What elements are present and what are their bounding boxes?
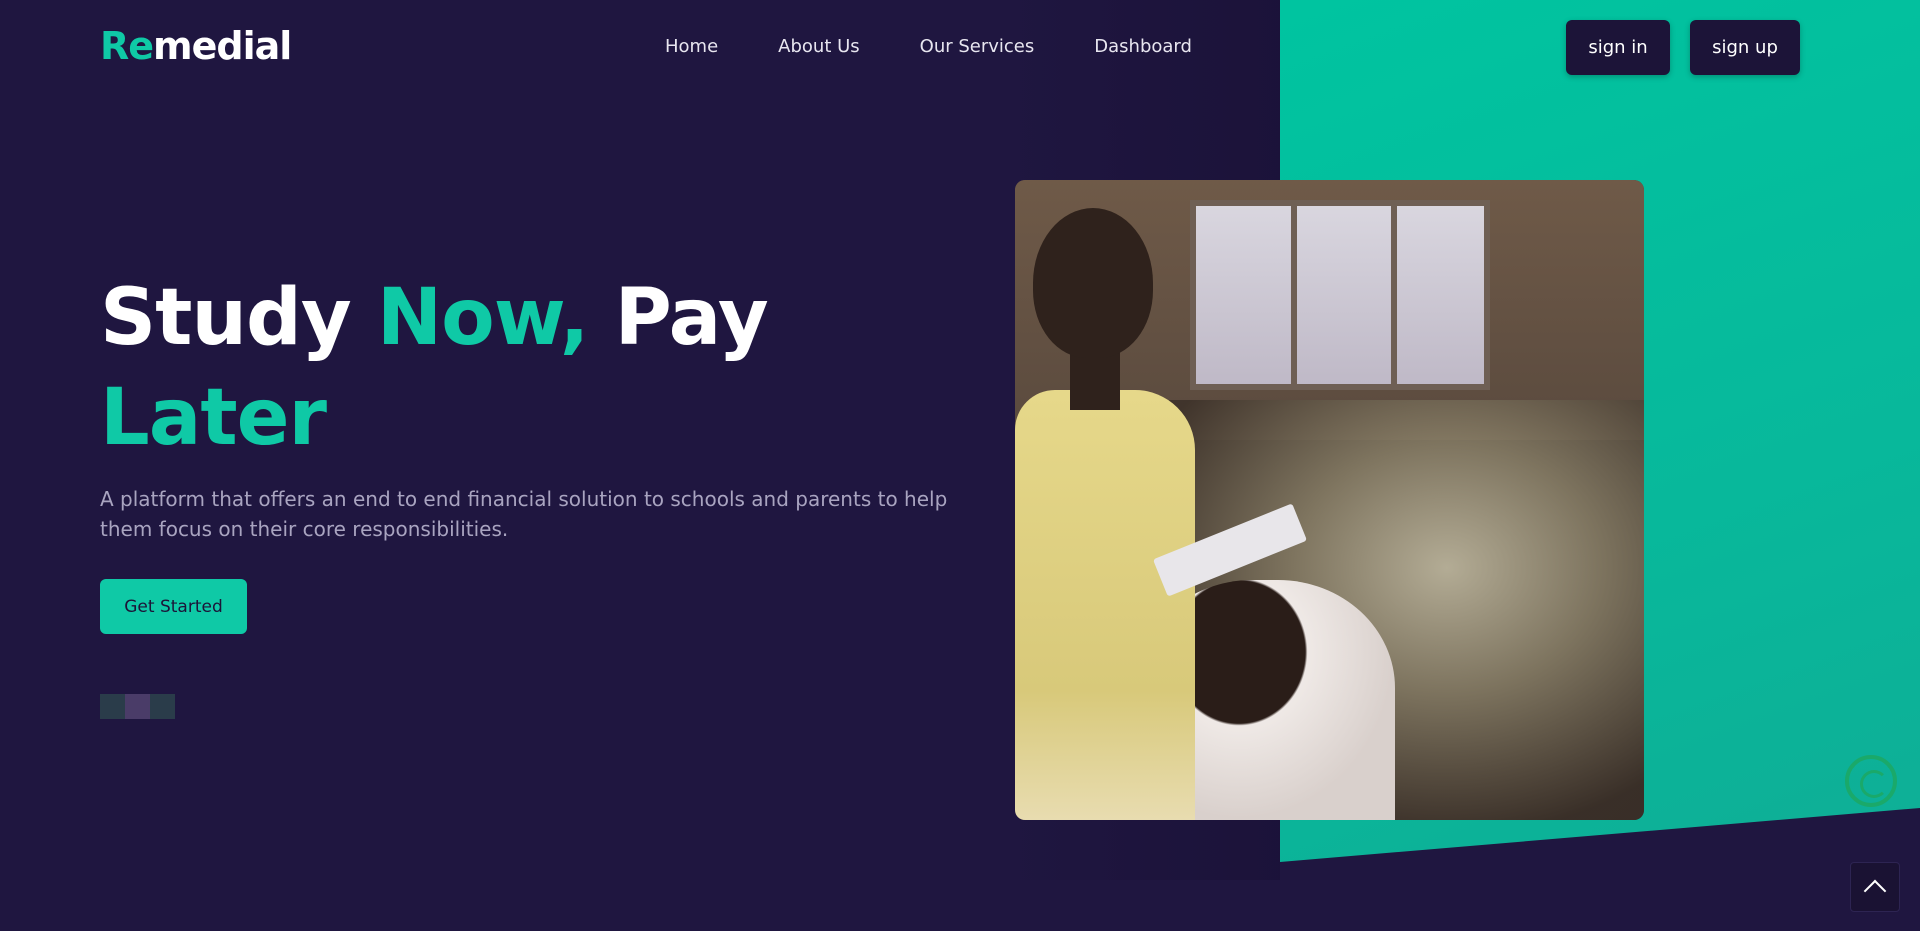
photo-window bbox=[1190, 200, 1490, 390]
photo-student-head bbox=[1033, 208, 1153, 358]
nav-our-services[interactable]: Our Services bbox=[920, 36, 1035, 57]
hero-title-word: Later bbox=[100, 373, 327, 463]
hero-title-word: Now, bbox=[376, 273, 590, 363]
hero-title-word: Study bbox=[100, 273, 352, 363]
nav-about-us[interactable]: About Us bbox=[778, 36, 860, 57]
chevron-up-icon bbox=[1863, 879, 1887, 903]
pixel-block bbox=[100, 694, 125, 719]
sign-in-button[interactable]: sign in bbox=[1566, 20, 1670, 75]
scroll-to-top-button[interactable] bbox=[1850, 862, 1900, 912]
hero-photo bbox=[1015, 180, 1644, 820]
brand-logo[interactable]: Remedial bbox=[100, 24, 292, 68]
site-header: Remedial Home About Us Our Services Dash… bbox=[0, 0, 1920, 95]
hero-description: A platform that offers an end to end fin… bbox=[100, 487, 948, 541]
nav-home[interactable]: Home bbox=[665, 36, 718, 57]
main-nav: Home About Us Our Services Dashboard bbox=[665, 36, 1252, 57]
get-started-button[interactable]: Get Started bbox=[100, 579, 247, 634]
pixel-block bbox=[150, 694, 175, 719]
brand-logo-main: medial bbox=[153, 24, 292, 68]
nav-dashboard[interactable]: Dashboard bbox=[1094, 36, 1192, 57]
photo-student-standing bbox=[1015, 390, 1195, 820]
hero-title: Study Now, Pay Later bbox=[100, 268, 769, 468]
hero-title-word: Pay bbox=[614, 273, 769, 363]
pixel-block bbox=[125, 694, 150, 719]
sign-up-button[interactable]: sign up bbox=[1690, 20, 1800, 75]
brand-logo-accent: Re bbox=[100, 24, 154, 68]
pixelated-image bbox=[100, 694, 175, 719]
whatsapp-icon[interactable] bbox=[1845, 755, 1897, 807]
